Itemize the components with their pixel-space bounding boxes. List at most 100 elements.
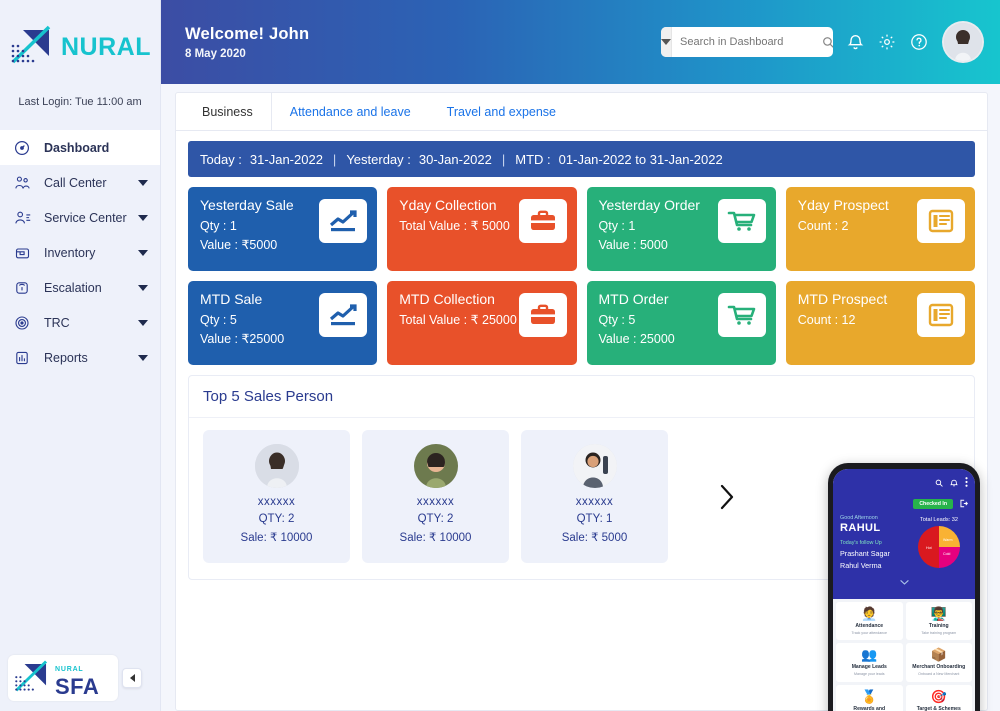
tile-title: Attendance [855, 623, 884, 629]
avatar[interactable] [942, 21, 984, 63]
chevron-down-icon[interactable] [138, 249, 148, 256]
phone-tile-rewards[interactable]: 🏅 Rewards and Recognition See all your r… [836, 684, 903, 711]
bell-icon[interactable] [950, 474, 958, 492]
kpi-card-mtd-sale[interactable]: MTD Sale Qty : 5 Value : ₹25000 [188, 281, 378, 365]
sidebar-item-call-center[interactable]: Call Center [0, 165, 160, 200]
kpi-card-yesterday-order[interactable]: Yesterday Order Qty : 1 Value : 5000 [586, 187, 776, 271]
chevron-down-icon[interactable] [138, 319, 148, 326]
phone-header: Checked In Good Afternoon RAHUL Today's … [833, 469, 975, 599]
sales-person-name: xxxxxx [575, 496, 614, 508]
tile-title: Manage Leads [851, 664, 887, 671]
chevron-right-icon[interactable] [712, 477, 742, 517]
phone-tile-manage-leads[interactable]: 👥 Manage Leads Manage your leads [836, 643, 903, 682]
sidebar-item-label: Inventory [44, 245, 96, 260]
phone-tile-target-schemes[interactable]: 🎯 Target & Schemes See all your targets [905, 684, 972, 711]
sidebar-footer: NURAL SFA [0, 655, 161, 701]
today-value: 31-Jan-2022 [249, 151, 323, 167]
phone-tile-merchant-onboarding[interactable]: 📦 Merchant Onboarding Onboard a New Merc… [905, 643, 972, 682]
logo-text: NURAL [61, 32, 151, 61]
tile-desc: Onboard a New Merchant [918, 672, 960, 677]
attendance-icon: 🧑‍💼 [861, 606, 878, 621]
speedometer-icon [14, 140, 36, 156]
date-separator: | [501, 151, 506, 167]
sales-person-card[interactable]: xxxxxx QTY: 2 Sale: ₹ 10000 [203, 430, 350, 563]
phone-greeting-block: Good Afternoon RAHUL Today's follow Up P… [840, 515, 910, 570]
help-circle-icon[interactable] [910, 33, 928, 51]
chevron-down-icon[interactable] [138, 214, 148, 221]
phone-tile-attendance[interactable]: 🧑‍💼 Attendance Track your attendance [836, 602, 903, 641]
pie-slice-label: Hot [926, 546, 932, 550]
sidebar-item-label: Service Center [44, 210, 127, 225]
sidebar-item-service-center[interactable]: Service Center [0, 200, 160, 235]
chevron-down-icon[interactable] [840, 570, 968, 593]
sfa-logo[interactable]: NURAL SFA [8, 655, 118, 701]
search-icon[interactable] [935, 474, 943, 492]
collapse-left-icon[interactable] [122, 668, 142, 688]
date-range-bar: Today : 31-Jan-2022 | Yesterday : 30-Jan… [188, 141, 975, 177]
sidebar-item-escalation[interactable]: Escalation [0, 270, 160, 305]
tile-desc: Track your attendance [851, 631, 888, 635]
sfa-tag: NURAL [55, 665, 84, 673]
welcome-title: Welcome! John [185, 24, 310, 43]
briefcase-icon [518, 293, 567, 337]
sales-person-card[interactable]: xxxxxx QTY: 2 Sale: ₹ 10000 [362, 430, 509, 563]
chevron-down-icon[interactable] [138, 354, 148, 361]
app-logo[interactable]: NURAL [0, 0, 160, 88]
tab-business[interactable]: Business [184, 92, 272, 131]
target-icon [14, 315, 36, 331]
phone-total-leads: Total Leads: 32 [920, 517, 958, 523]
sidebar-item-label: TRC [44, 315, 70, 330]
status-badge[interactable]: Checked In [913, 499, 953, 509]
pie-slice-label: Warm [943, 538, 953, 542]
manage-leads-icon: 👥 [861, 647, 878, 663]
line-chart-icon [319, 293, 368, 337]
sidebar-item-reports[interactable]: Reports [0, 340, 160, 375]
sales-person-qty: QTY: 2 [417, 513, 454, 525]
yesterday-value: 30-Jan-2022 [418, 151, 492, 167]
kpi-card-mtd-prospect[interactable]: MTD Prospect Count : 12 [785, 281, 975, 365]
user-settings-icon [14, 210, 36, 226]
dashboard-tabs: Business Attendance and leave Travel and… [176, 92, 987, 131]
mtd-value: 01-Jan-2022 to 31-Jan-2022 [558, 151, 723, 167]
main-area: Welcome! John 8 May 2020 Search in Dashb… [161, 0, 1000, 711]
phone-tile-training[interactable]: 👨‍🏫 Training Take training program [905, 602, 972, 641]
search-scope-dropdown[interactable] [661, 27, 672, 57]
phone-screen: Checked In Good Afternoon RAHUL Today's … [833, 469, 975, 711]
chevron-down-icon[interactable] [138, 284, 148, 291]
phone-leads-block: Total Leads: 32 Hot Warm Cold [910, 515, 968, 570]
sales-person-name: xxxxxx [416, 496, 455, 508]
kpi-card-yday-collection[interactable]: Yday Collection Total Value : ₹ 5000 [387, 187, 577, 271]
tile-title: Training [928, 623, 949, 629]
search-box [661, 27, 833, 57]
sidebar-item-inventory[interactable]: Inventory [0, 235, 160, 270]
logout-icon[interactable] [959, 495, 969, 513]
phone-followup-item[interactable]: Rahul Verma [840, 561, 910, 570]
tab-attendance-and-leave[interactable]: Attendance and leave [272, 93, 429, 131]
sidebar-item-dashboard[interactable]: Dashboard [0, 130, 160, 165]
kpi-card-yesterday-sale[interactable]: Yesterday Sale Qty : 1 Value : ₹5000 [188, 187, 378, 271]
bell-icon[interactable] [847, 33, 864, 51]
mtd-label: MTD : [515, 151, 551, 167]
sidebar-item-label: Reports [44, 350, 88, 365]
top-header: Welcome! John 8 May 2020 [161, 0, 1000, 84]
date-separator: | [332, 151, 337, 167]
avatar [572, 444, 617, 488]
kpi-card-mtd-order[interactable]: MTD Order Qty : 5 Value : 25000 [586, 281, 776, 365]
kpi-card-yday-prospect[interactable]: Yday Prospect Count : 2 [785, 187, 975, 271]
sidebar-item-label: Call Center [44, 175, 107, 190]
search-input[interactable] [672, 36, 822, 48]
sales-person-card[interactable]: xxxxxx QTY: 1 Sale: ₹ 5000 [521, 430, 668, 563]
tab-travel-and-expense[interactable]: Travel and expense [429, 93, 574, 131]
chevron-down-icon[interactable] [138, 179, 148, 186]
phone-followup-item[interactable]: Prashant Sagar [840, 549, 910, 558]
sidebar-item-label: Dashboard [44, 140, 110, 155]
sidebar-nav: Dashboard Call Center Service Center Inv… [0, 130, 160, 375]
sidebar-item-trc[interactable]: TRC [0, 305, 160, 340]
briefcase-icon [518, 199, 567, 243]
search-icon[interactable] [822, 36, 833, 49]
kpi-card-mtd-collection[interactable]: MTD Collection Total Value : ₹ 25000 [387, 281, 577, 365]
sales-person-sale: Sale: ₹ 10000 [240, 532, 313, 544]
sales-person-qty: QTY: 2 [258, 513, 295, 525]
gear-icon[interactable] [878, 33, 896, 51]
more-vertical-icon[interactable] [965, 474, 968, 492]
